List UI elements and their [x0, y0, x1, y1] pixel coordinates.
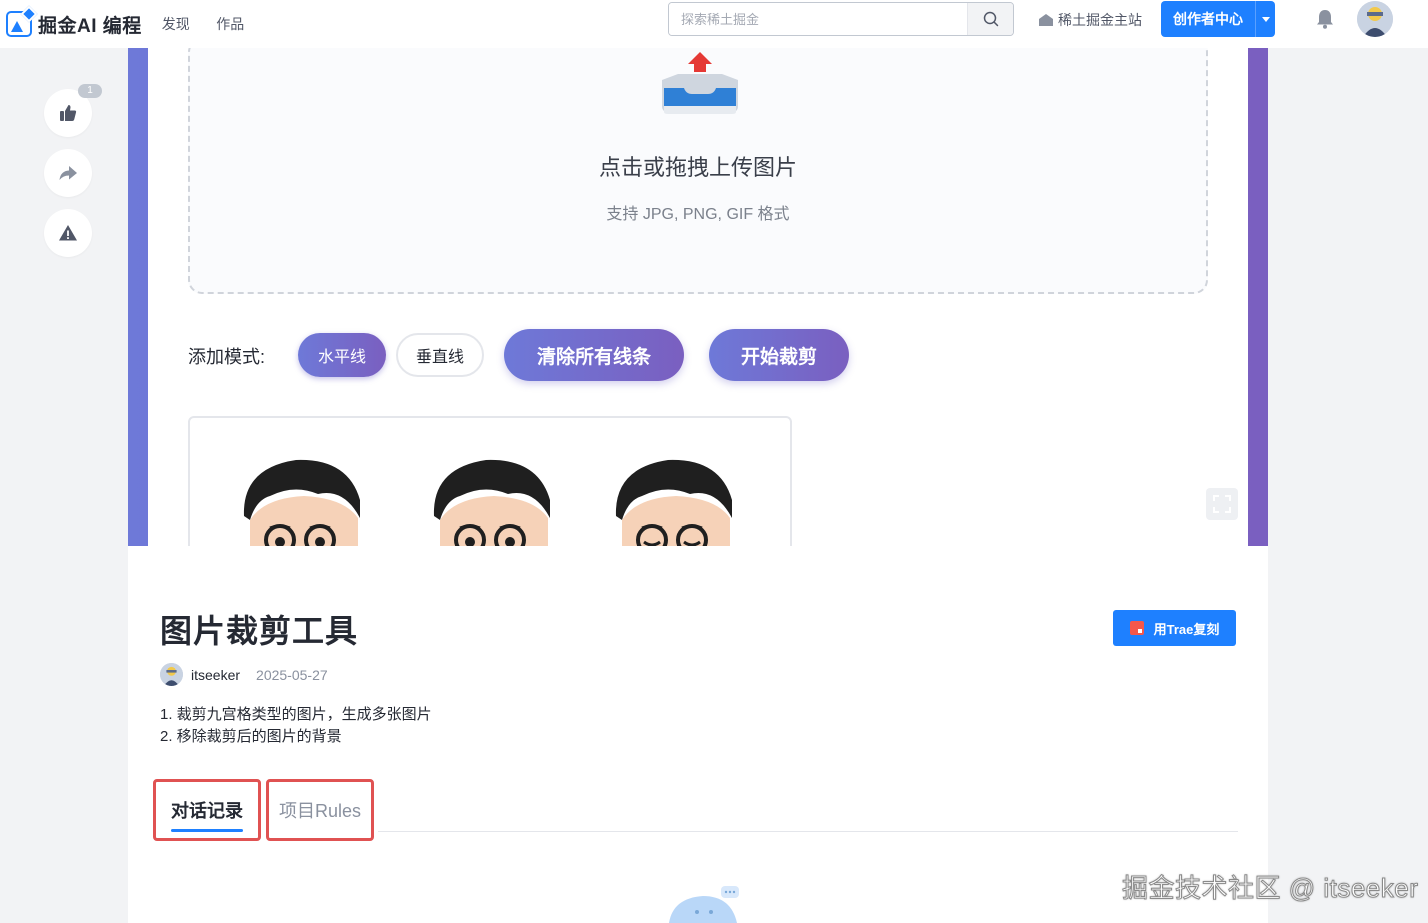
nav-discover[interactable]: 发现 [162, 16, 190, 32]
bell-icon [1317, 10, 1333, 29]
upload-dropzone[interactable]: 点击或拖拽上传图片 支持 JPG, PNG, GIF 格式 [188, 48, 1208, 294]
juejin-ai-logo-icon [6, 11, 32, 37]
fullscreen-button[interactable] [1206, 488, 1238, 520]
creator-dropdown-button[interactable] [1255, 1, 1275, 37]
tab-chat-history-label: 对话记录 [171, 797, 243, 832]
copy-with-trae-label: 用Trae复刻 [1153, 621, 1220, 637]
juejin-home-link[interactable]: 稀土掘金主站 [1038, 10, 1142, 30]
avatar-image [1357, 1, 1393, 37]
tab-project-rules-label: 项目Rules [278, 801, 362, 821]
watermark: 掘金技术社区 @ itseeker [1121, 873, 1419, 904]
warning-icon [59, 225, 77, 241]
mode-label: 添加模式: [188, 347, 266, 367]
uploaded-image-preview[interactable] [188, 416, 792, 546]
empty-state-mascot-icon [669, 886, 739, 923]
home-link-label: 稀土掘金主站 [1058, 12, 1142, 28]
description-line: 2. 移除裁剪后的图片的背景 [160, 728, 342, 745]
logo[interactable]: 掘金AI 编程 [6, 11, 142, 38]
cartoon-face-2 [427, 453, 561, 546]
publish-date: 2025-05-27 [256, 666, 328, 683]
logo-text: 掘金AI 编程 [38, 15, 142, 37]
creator-center: 创作者中心 [1161, 1, 1275, 37]
cartoon-face-3 [609, 453, 743, 546]
upload-title: 点击或拖拽上传图片 [598, 155, 797, 180]
search-box [668, 2, 1014, 36]
nav-works[interactable]: 作品 [216, 16, 244, 32]
description-line: 1. 裁剪九宫格类型的图片，生成多张图片 [160, 706, 432, 723]
tab-chat-history[interactable]: 对话记录 [153, 779, 261, 841]
clear-lines-button[interactable]: 清除所有线条 [504, 329, 684, 381]
author-name[interactable]: itseeker [191, 667, 240, 683]
main-nav: 发现 作品 [142, 14, 244, 34]
trae-icon [1129, 621, 1144, 635]
project-info: 图片裁剪工具 用Trae复刻 itseeker 2025-05-27 1. 裁剪… [128, 546, 1268, 923]
home-icon [1039, 14, 1053, 26]
app-preview: 点击或拖拽上传图片 支持 JPG, PNG, GIF 格式 添加模式: 水平线 … [128, 48, 1268, 546]
project-title: 图片裁剪工具 [160, 613, 359, 649]
cartoon-face-1 [237, 453, 371, 546]
search-icon [983, 11, 998, 27]
avatar-image [160, 663, 183, 686]
fullscreen-icon [1213, 495, 1231, 513]
author-info: itseeker 2025-05-27 [160, 663, 328, 686]
thumbs-up-icon [60, 105, 77, 121]
author-avatar[interactable] [160, 663, 183, 686]
share-icon [59, 166, 77, 180]
project-description: 1. 裁剪九宫格类型的图片，生成多张图片 2. 移除裁剪后的图片的背景 [160, 704, 432, 748]
share-button[interactable] [44, 149, 92, 197]
search-button[interactable] [967, 3, 1013, 35]
start-crop-button[interactable]: 开始裁剪 [709, 329, 849, 381]
mode-vertical-button[interactable]: 垂直线 [396, 333, 484, 377]
search-input[interactable] [669, 3, 967, 35]
like-count-badge: 1 [78, 84, 102, 98]
copy-with-trae-button[interactable]: 用Trae复刻 [1113, 610, 1236, 646]
creator-center-button[interactable]: 创作者中心 [1161, 1, 1255, 37]
tab-divider [378, 831, 1238, 832]
upload-tray-icon [662, 52, 738, 114]
notification-button[interactable] [1314, 8, 1336, 35]
preview-canvas: 点击或拖拽上传图片 支持 JPG, PNG, GIF 格式 添加模式: 水平线 … [148, 48, 1248, 546]
mode-horizontal-button[interactable]: 水平线 [298, 333, 386, 377]
user-avatar[interactable] [1357, 1, 1393, 37]
report-button[interactable] [44, 209, 92, 257]
tab-project-rules[interactable]: 项目Rules [266, 779, 374, 841]
upload-hint: 支持 JPG, PNG, GIF 格式 [606, 206, 790, 223]
